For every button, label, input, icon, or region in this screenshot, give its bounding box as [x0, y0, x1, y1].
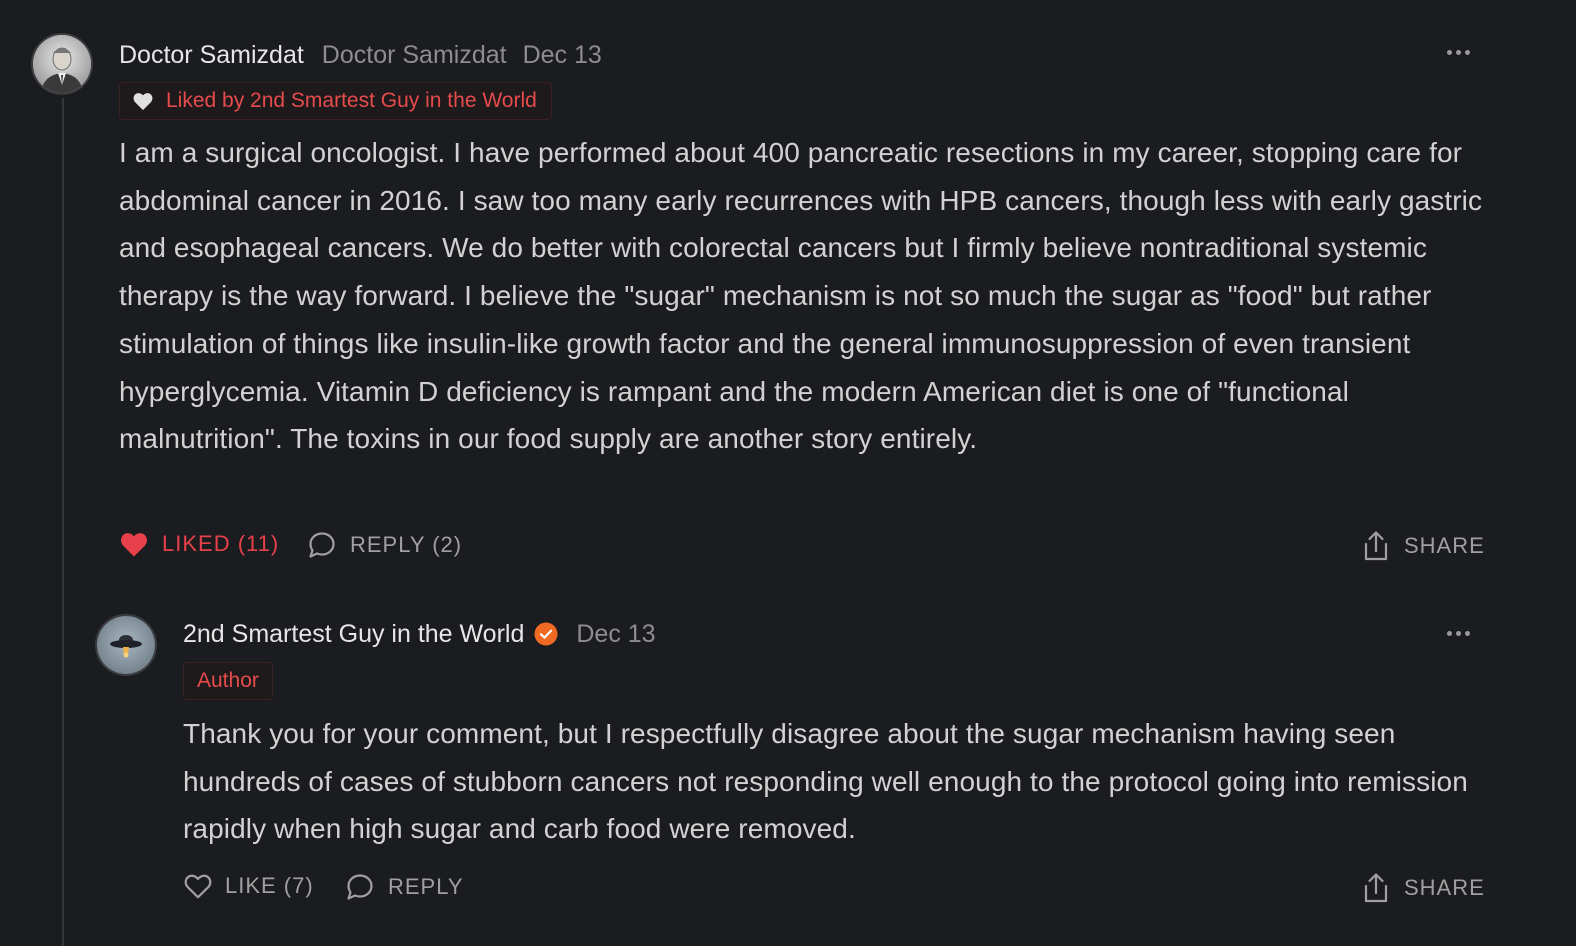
comment-body: I am a surgical oncologist. I have perfo…: [119, 137, 1483, 455]
share-button[interactable]: SHARE: [1362, 872, 1485, 904]
author-badge-label: Author: [197, 669, 259, 692]
thread-line[interactable]: [62, 98, 64, 946]
reply-date[interactable]: Dec 13: [576, 620, 655, 649]
reply-button[interactable]: REPLY (2): [307, 530, 462, 560]
comment-thread: Doctor Samizdat Doctor Samizdat Dec 13 L…: [0, 0, 1576, 946]
avatar[interactable]: [95, 614, 157, 676]
reply-label: REPLY (2): [350, 532, 463, 557]
share-button[interactable]: SHARE: [1362, 530, 1485, 562]
like-button[interactable]: LIKED (11): [119, 530, 279, 558]
avatar-ufo-image: [97, 616, 155, 674]
reply-header: 2nd Smartest Guy in the World Dec 13: [183, 616, 656, 652]
more-options-icon[interactable]: [1447, 50, 1470, 55]
speech-bubble-icon: [345, 872, 375, 902]
like-button[interactable]: LIKE (7): [183, 872, 314, 900]
share-label: SHARE: [1404, 533, 1485, 558]
heart-icon: [132, 91, 154, 111]
reply-button[interactable]: REPLY: [345, 872, 464, 902]
author-name[interactable]: Doctor Samizdat: [119, 41, 304, 70]
share-label: SHARE: [1404, 875, 1485, 900]
speech-bubble-icon: [307, 530, 337, 560]
liked-by-badge: Liked by 2nd Smartest Guy in the World: [119, 82, 552, 120]
like-label: LIKED (11): [162, 531, 280, 556]
heart-filled-icon: [119, 530, 149, 558]
author-name[interactable]: 2nd Smartest Guy in the World: [183, 620, 524, 649]
share-icon: [1362, 872, 1390, 904]
reply-label: REPLY: [388, 874, 464, 899]
avatar[interactable]: [31, 33, 93, 95]
more-options-icon[interactable]: [1447, 631, 1470, 636]
share-icon: [1362, 530, 1390, 562]
like-label: LIKE (7): [225, 873, 314, 898]
comment-header: Doctor Samizdat Doctor Samizdat Dec 13: [119, 38, 602, 72]
author-badge: Author: [183, 662, 273, 700]
comment-date[interactable]: Dec 13: [523, 41, 602, 70]
reply-body: Thank you for your comment, but I respec…: [183, 718, 1468, 845]
verified-check-icon: [534, 622, 558, 646]
heart-outline-icon: [183, 872, 213, 900]
author-handle[interactable]: Doctor Samizdat: [322, 41, 507, 70]
avatar-portrait-image: [33, 35, 91, 93]
liked-by-text: Liked by 2nd Smartest Guy in the World: [166, 89, 537, 112]
